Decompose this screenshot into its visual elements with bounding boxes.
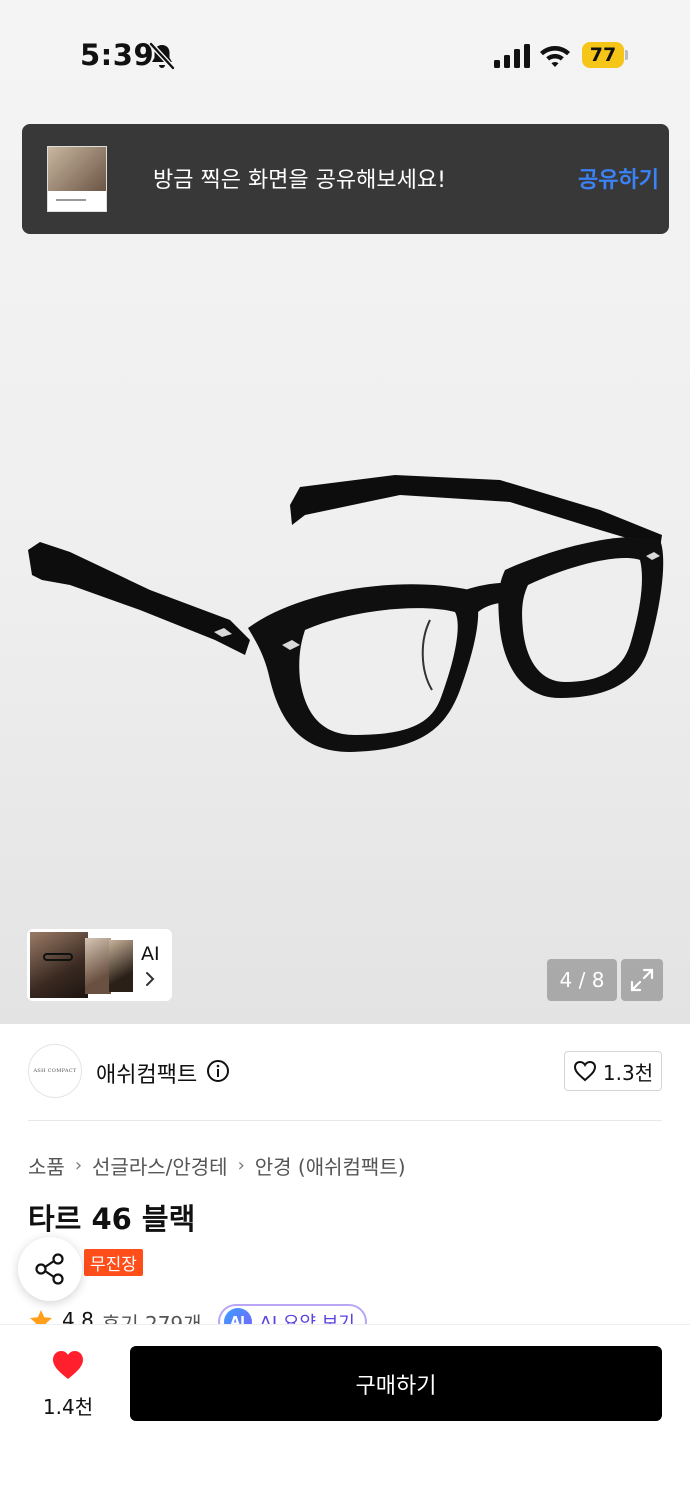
bottom-action-bar: 1.4천 구매하기 (0, 1324, 690, 1500)
share-now-button[interactable]: 공유하기 (578, 162, 659, 194)
product-image-area[interactable]: 5:39 77 방금 찍은 화면을 공유해보세요! 공유하기 AI 4 / 8 (0, 0, 690, 1024)
breadcrumb-item[interactable]: 안경 (애쉬컴팩트) (255, 1151, 406, 1180)
wishlist-count: 1.4천 (42, 1395, 94, 1419)
share-button[interactable] (18, 1237, 82, 1301)
breadcrumb-item[interactable]: 선글라스/안경테 (92, 1151, 228, 1180)
ai-chip-label: AI (141, 943, 160, 965)
heart-outline-icon (573, 1060, 596, 1082)
share-toast: 방금 찍은 화면을 공유해보세요! 공유하기 (22, 124, 669, 234)
brand-like-button[interactable]: 1.3천 (564, 1051, 662, 1091)
musinsa-badge: 무진장 (84, 1249, 143, 1276)
brand-logo[interactable]: ASH COMPACT (28, 1044, 82, 1098)
divider (28, 1120, 662, 1121)
heart-filled-icon (53, 1351, 83, 1379)
try-on-photo (30, 932, 88, 998)
product-glasses-image (28, 475, 664, 752)
status-bar: 5:39 77 (0, 0, 690, 110)
wishlist-button[interactable]: 1.4천 (30, 1349, 106, 1419)
product-title: 타르 46 블랙 (28, 1202, 196, 1236)
chevron-right-icon: › (237, 1155, 245, 1176)
breadcrumb-item[interactable]: 소품 (28, 1151, 65, 1180)
expand-button[interactable] (621, 959, 663, 1001)
wifi-icon (540, 46, 570, 67)
brand-row: ASH COMPACT 애쉬컴팩트 1.3천 (0, 1024, 690, 1120)
brand-like-count: 1.3천 (602, 1060, 654, 1085)
chevron-right-icon: › (74, 1155, 83, 1176)
battery-level: 77 (582, 42, 624, 68)
try-on-photo (109, 940, 133, 992)
status-time: 5:39 (80, 38, 155, 72)
share-icon (35, 1253, 64, 1285)
image-counter: 4 / 8 (547, 959, 617, 1001)
product-page: 5:39 77 방금 찍은 화면을 공유해보세요! 공유하기 AI 4 / 8 … (0, 0, 690, 1500)
info-icon[interactable] (206, 1059, 230, 1083)
chevron-right-icon (146, 972, 155, 986)
battery-icon: 77 (582, 42, 628, 68)
screenshot-thumbnail[interactable] (47, 146, 107, 212)
signal-icon (494, 44, 530, 68)
expand-icon (630, 968, 654, 992)
bell-slash-icon (149, 42, 175, 70)
try-on-photo (85, 938, 111, 994)
ai-try-on-chip[interactable]: AI (27, 929, 172, 1001)
breadcrumb: 소품 › 선글라스/안경테 › 안경 (애쉬컴팩트) (28, 1151, 406, 1180)
brand-name[interactable]: 애쉬컴팩트 (96, 1057, 197, 1089)
buy-button[interactable]: 구매하기 (130, 1346, 662, 1421)
share-toast-message: 방금 찍은 화면을 공유해보세요! (153, 168, 446, 193)
